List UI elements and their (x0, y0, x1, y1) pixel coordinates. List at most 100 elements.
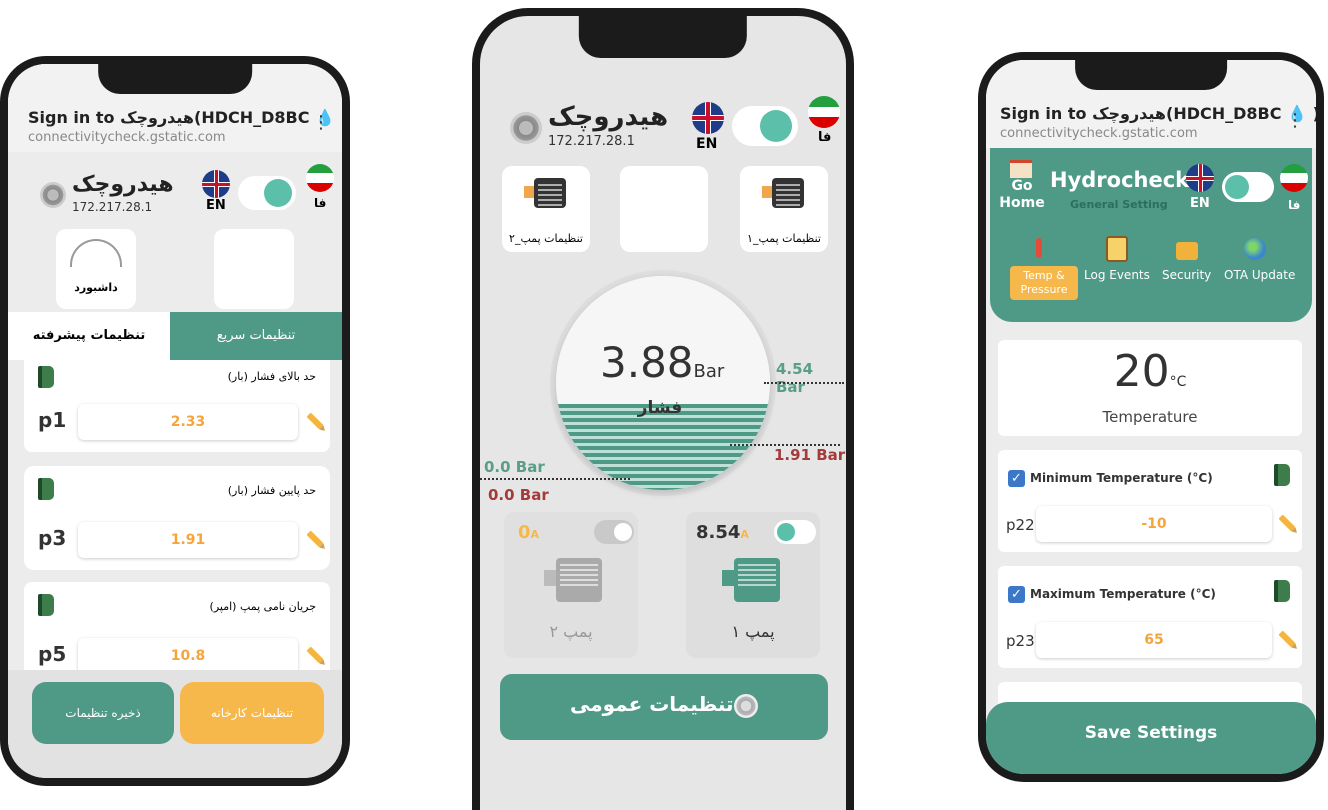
notch (1075, 60, 1227, 90)
high-limit-line (764, 382, 844, 384)
right-screen: Sign in to هیدروچک(HDCH_D8BC 💧 ) connect… (986, 60, 1316, 774)
tab-advanced[interactable]: تنظیمات پیشرفته (8, 312, 170, 360)
book-icon (1274, 464, 1290, 486)
brand-ip: 172.217.28.1 (548, 134, 635, 149)
book-icon (38, 366, 54, 388)
left-phone: Sign in to هیدروچک(HDCH_D8BC 💧 ) connect… (0, 56, 350, 786)
home-label[interactable]: Go Home (998, 178, 1046, 212)
setting-card-p5: جریان نامی پمپ (امپر) p5 10.8 (24, 582, 330, 678)
tile-pump2-settings[interactable]: تنظیمات پمپ_۲ (502, 166, 590, 252)
p22-input[interactable]: -10 (1036, 506, 1272, 542)
settings-gear-icon[interactable] (510, 112, 542, 144)
lang-fa-label: فا (314, 196, 327, 210)
tab-ota-update[interactable]: OTA Update (1224, 268, 1295, 282)
min-temp-checkbox[interactable]: ✓ (1008, 470, 1025, 487)
language-toggle[interactable] (238, 176, 296, 210)
uk-flag-icon (202, 170, 230, 198)
save-settings-button[interactable]: Save Settings (986, 702, 1316, 774)
pump2-card[interactable]: 0A پمپ ۲ (504, 512, 638, 658)
book-icon (38, 594, 54, 616)
factory-settings-button[interactable]: تنظیمات کارخانه (180, 682, 324, 744)
brand-ip: 172.217.28.1 (72, 200, 153, 214)
motor-icon (234, 239, 274, 275)
pump1-card[interactable]: 8.54A پمپ ۱ (686, 512, 820, 658)
header-title: Sign in to هیدروچک(HDCH_D8BC 💧 ) (28, 108, 342, 127)
more-menu-icon[interactable] (312, 112, 316, 128)
iran-flag-icon (808, 96, 840, 128)
p5-input[interactable]: 10.8 (78, 638, 298, 674)
language-toggle[interactable] (1222, 172, 1274, 202)
lang-en-label: EN (206, 198, 226, 213)
p23-input[interactable]: 65 (1036, 622, 1272, 658)
right-phone: Sign in to هیدروچک(HDCH_D8BC 💧 ) connect… (978, 52, 1324, 782)
tab-log-events[interactable]: Log Events (1084, 268, 1150, 282)
tile-dashboard[interactable]: داشبورد (56, 229, 136, 309)
p3-input[interactable]: 1.91 (78, 522, 298, 558)
general-settings-button[interactable]: تنظیمات عمومی (500, 674, 828, 740)
gauge-icon (638, 178, 690, 208)
center-phone: هیدروچک 172.217.28.1 EN فا تنظیمات پمپ_۲… (472, 8, 854, 810)
edit-pencil-icon[interactable] (1278, 630, 1296, 648)
edit-pencil-icon[interactable] (306, 646, 324, 664)
left-screen: Sign in to هیدروچک(HDCH_D8BC 💧 ) connect… (8, 64, 342, 778)
max-temp-checkbox[interactable]: ✓ (1008, 586, 1025, 603)
motor-icon (762, 176, 806, 216)
gear-icon (734, 694, 758, 718)
book-icon (38, 478, 54, 500)
pressure-value: 3.88Bar (600, 338, 725, 387)
notch (98, 64, 252, 94)
lang-en-label: EN (696, 136, 718, 152)
uk-flag-icon (1186, 164, 1214, 192)
pump2-current: 0A (518, 522, 540, 543)
setting-card-p3: حد پایین فشار (بار) p3 1.91 (24, 466, 330, 570)
zero-marker-red: 0.0 Bar (488, 486, 549, 504)
lang-fa-label: فا (818, 130, 832, 145)
tab-quick[interactable]: تنظیمات سریع (170, 312, 342, 360)
edit-pencil-icon[interactable] (1278, 514, 1296, 532)
lang-fa-label: فا (1288, 198, 1301, 212)
clipboard-icon (1106, 236, 1128, 262)
zero-line (480, 478, 630, 480)
gauge-icon (70, 239, 122, 267)
tab-security[interactable]: Security (1162, 268, 1211, 282)
tab-temp-pressure[interactable]: Temp & Pressure (1010, 266, 1078, 300)
setting-card-p22: ✓ Minimum Temperature (°C) p22 -10 (998, 450, 1302, 552)
language-toggle[interactable] (732, 106, 798, 146)
pump2-toggle[interactable] (594, 520, 634, 544)
iran-flag-icon (1280, 164, 1308, 192)
lang-en-label: EN (1190, 196, 1210, 211)
center-screen: هیدروچک 172.217.28.1 EN فا تنظیمات پمپ_۲… (480, 16, 846, 810)
brand-subtitle: General Setting (1070, 198, 1168, 211)
settings-gear-icon[interactable] (40, 182, 66, 208)
motor-icon (524, 176, 568, 216)
pump1-current: 8.54A (696, 522, 749, 543)
temperature-value: 20°C (1113, 346, 1187, 397)
p1-input[interactable]: 2.33 (78, 404, 298, 440)
save-settings-button[interactable]: ذخیره تنظیمات (32, 682, 174, 744)
high-limit-marker: 4.54 Bar (776, 360, 814, 396)
brand-name: هیدروچک (72, 172, 174, 197)
tile-pump1-settings[interactable]: تنظیمات پمپ_۱ (214, 229, 294, 309)
header-title: Sign in to هیدروچک(HDCH_D8BC 💧 ) (1000, 104, 1316, 123)
globe-icon (1244, 238, 1266, 260)
setting-card-p1: حد بالای فشار (بار) p1 2.33 (24, 360, 330, 452)
more-menu-icon[interactable] (1286, 110, 1290, 126)
tile-dashboard[interactable]: داشبورد (620, 166, 708, 252)
uk-flag-icon (692, 102, 724, 134)
top-panel: Go Home Hydrocheck General Setting EN فا… (990, 148, 1312, 322)
motor-icon (544, 554, 608, 610)
tile-pump1-settings[interactable]: تنظیمات پمپ_۱ (740, 166, 828, 252)
brand-name: هیدروچک (548, 102, 669, 132)
header-subtitle: connectivitycheck.gstatic.com (28, 130, 226, 145)
pressure-label: فشار (637, 398, 683, 418)
brand-name: Hydrocheck (1050, 168, 1190, 192)
setting-card-p23: ✓ Maximum Temperature (°C) p23 65 (998, 566, 1302, 668)
edit-pencil-icon[interactable] (306, 530, 324, 548)
thermometer-icon (1036, 238, 1042, 258)
edit-pencil-icon[interactable] (306, 412, 324, 430)
motor-icon (722, 554, 786, 610)
home-icon[interactable] (1010, 160, 1032, 178)
pump1-toggle[interactable] (774, 520, 816, 544)
header-subtitle: connectivitycheck.gstatic.com (1000, 126, 1198, 141)
lock-icon (1176, 242, 1198, 260)
